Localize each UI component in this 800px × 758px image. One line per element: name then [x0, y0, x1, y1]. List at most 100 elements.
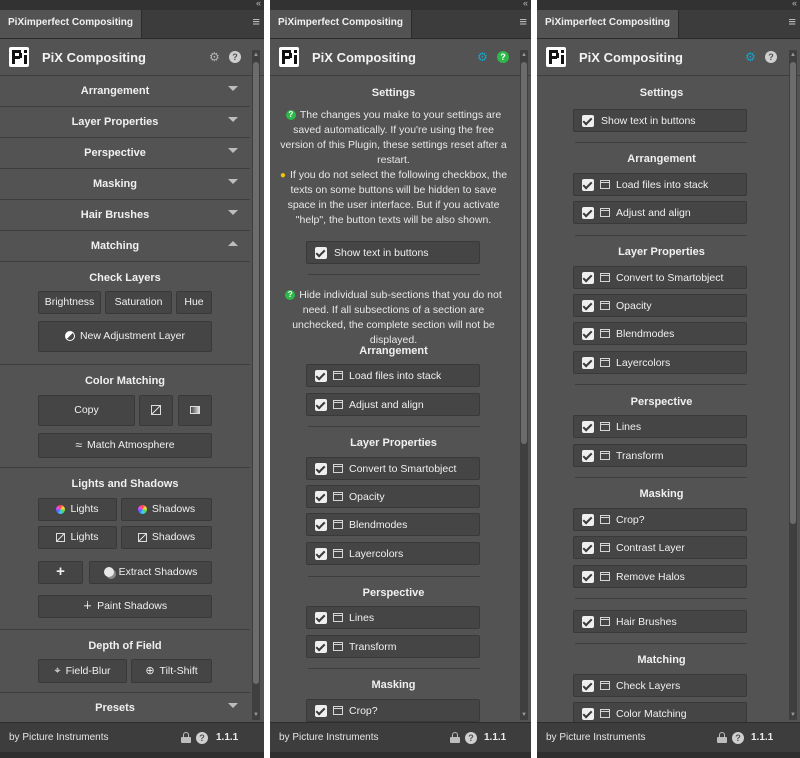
field-blur-button[interactable]: ⌖ Field-Blur: [38, 659, 127, 683]
extract-shadows-button[interactable]: Extract Shadows: [89, 561, 212, 584]
checkbox-blendmodes[interactable]: Blendmodes: [306, 513, 480, 536]
checkbox-layercolors[interactable]: Layercolors: [306, 542, 480, 565]
help-icon[interactable]: ?: [465, 732, 477, 744]
lock-icon[interactable]: [717, 732, 727, 743]
checkbox-checked-icon: [582, 179, 594, 191]
checkbox-show-text[interactable]: Show text in buttons: [573, 109, 747, 132]
checkbox-check-layers[interactable]: Check Layers: [573, 674, 747, 697]
scroll-thumb[interactable]: [521, 62, 527, 444]
checkbox-transform[interactable]: Transform: [306, 635, 480, 658]
shadows-curves-button[interactable]: Shadows: [121, 526, 212, 549]
window-icon: [600, 358, 610, 367]
checkbox-load-files[interactable]: Load files into stack: [573, 173, 747, 196]
brightness-button[interactable]: Brightness: [38, 291, 101, 314]
hue-button[interactable]: Hue: [176, 291, 212, 314]
section-presets[interactable]: Presets: [0, 693, 250, 723]
scrollbar[interactable]: ▲ ▼: [252, 50, 260, 720]
checkbox-hair-brushes[interactable]: Hair Brushes: [573, 610, 747, 633]
section-hair-brushes[interactable]: Hair Brushes: [0, 200, 250, 231]
lights-color-button[interactable]: Lights: [38, 498, 117, 521]
help-icon[interactable]: ?: [196, 732, 208, 744]
settings-gear-icon[interactable]: ⚙: [477, 51, 488, 64]
checkbox-opacity[interactable]: Opacity: [573, 294, 747, 317]
color-wheel-icon: [56, 504, 66, 514]
lock-icon[interactable]: [181, 732, 191, 743]
checkbox-show-text[interactable]: Show text in buttons: [306, 241, 480, 264]
section-label: Hair Brushes: [80, 209, 150, 221]
copy-button[interactable]: Copy: [38, 395, 135, 426]
checkbox-convert-smartobject[interactable]: Convert to Smartobject: [306, 457, 480, 480]
settings-gear-icon[interactable]: ⚙: [209, 51, 220, 64]
checkbox-crop[interactable]: Crop?: [306, 699, 480, 722]
lights-curves-button[interactable]: Lights: [38, 526, 117, 549]
scroll-up-icon[interactable]: ▲: [252, 52, 260, 58]
gradient-button[interactable]: [178, 395, 212, 426]
scroll-up-icon[interactable]: ▲: [520, 52, 528, 58]
checkbox-adjust-align[interactable]: Adjust and align: [306, 393, 480, 416]
scroll-down-icon[interactable]: ▼: [252, 712, 260, 718]
checkbox-checked-icon: [315, 463, 327, 475]
help-icon[interactable]: ?: [732, 732, 744, 744]
scroll-thumb[interactable]: [253, 62, 259, 684]
match-atmosphere-button[interactable]: ≈ Match Atmosphere: [38, 433, 212, 458]
section-masking[interactable]: Masking: [0, 169, 250, 200]
checkbox-load-files[interactable]: Load files into stack: [306, 364, 480, 387]
collapse-icon[interactable]: «: [256, 0, 261, 8]
section-layer-properties[interactable]: Layer Properties: [0, 107, 250, 138]
settings-gear-icon[interactable]: ⚙: [745, 51, 756, 64]
scroll-thumb[interactable]: [790, 62, 796, 524]
checkbox-layercolors[interactable]: Layercolors: [573, 351, 747, 374]
checkbox-crop[interactable]: Crop?: [573, 508, 747, 531]
panel-tab[interactable]: PiXimperfect Compositing: [270, 10, 413, 38]
checkbox-transform[interactable]: Transform: [573, 444, 747, 467]
new-adjustment-layer-button[interactable]: New Adjustment Layer: [38, 321, 212, 352]
saturation-button[interactable]: Saturation: [105, 291, 172, 314]
scrollbar[interactable]: ▲ ▼: [789, 50, 797, 720]
paint-shadows-button[interactable]: ∔ Paint Shadows: [38, 595, 212, 618]
collapse-icon[interactable]: «: [523, 0, 528, 8]
checkbox-convert-smartobject[interactable]: Convert to Smartobject: [573, 266, 747, 289]
checkbox-contrast-layer[interactable]: Contrast Layer: [573, 536, 747, 559]
panel-menu-icon[interactable]: ≡: [252, 15, 260, 29]
panel-menu-icon[interactable]: ≡: [788, 15, 796, 29]
panel-menu-icon[interactable]: ≡: [519, 15, 527, 29]
section-perspective[interactable]: Perspective: [0, 138, 250, 169]
chevron-down-icon: [228, 117, 238, 122]
checkbox-checked-icon: [315, 548, 327, 560]
checkbox-lines[interactable]: Lines: [306, 606, 480, 629]
checkbox-opacity[interactable]: Opacity: [306, 485, 480, 508]
window-icon: [600, 709, 610, 718]
window-icon: [600, 515, 610, 524]
lock-icon[interactable]: [450, 732, 460, 743]
curves-button[interactable]: [139, 395, 173, 426]
panel-tab[interactable]: PiXimperfect Compositing: [0, 10, 143, 38]
checkbox-remove-halos[interactable]: Remove Halos: [573, 565, 747, 588]
checkbox-checked-icon: [315, 612, 327, 624]
panel-tab[interactable]: PiXimperfect Compositing: [537, 10, 680, 38]
help-icon[interactable]: ?: [229, 51, 241, 63]
checkbox-lines[interactable]: Lines: [573, 415, 747, 438]
checkbox-adjust-align[interactable]: Adjust and align: [573, 201, 747, 224]
window-icon: [333, 520, 343, 529]
checkbox-checked-icon: [315, 519, 327, 531]
add-button[interactable]: +: [38, 561, 83, 584]
pix-logo-icon: [9, 47, 29, 67]
group-title: Layer Properties: [618, 246, 705, 258]
section-matching[interactable]: Matching: [0, 231, 250, 262]
checkbox-label: Layercolors: [349, 548, 404, 560]
tilt-shift-button[interactable]: ⊕ Tilt-Shift: [131, 659, 212, 683]
collapse-icon[interactable]: «: [792, 0, 797, 8]
scroll-down-icon[interactable]: ▼: [520, 712, 528, 718]
help-icon[interactable]: ?: [497, 51, 509, 63]
scroll-up-icon[interactable]: ▲: [789, 52, 797, 58]
crosshair-icon: ⌖: [54, 665, 61, 678]
section-arrangement[interactable]: Arrangement: [0, 76, 250, 107]
settings-title: Settings: [639, 87, 684, 99]
help-icon[interactable]: ?: [765, 51, 777, 63]
scroll-down-icon[interactable]: ▼: [789, 712, 797, 718]
scrollbar[interactable]: ▲ ▼: [520, 50, 528, 720]
checkbox-blendmodes[interactable]: Blendmodes: [573, 322, 747, 345]
checkbox-label: Show text in buttons: [601, 115, 696, 127]
checkbox-checked-icon: [315, 705, 327, 717]
shadows-color-button[interactable]: Shadows: [121, 498, 212, 521]
